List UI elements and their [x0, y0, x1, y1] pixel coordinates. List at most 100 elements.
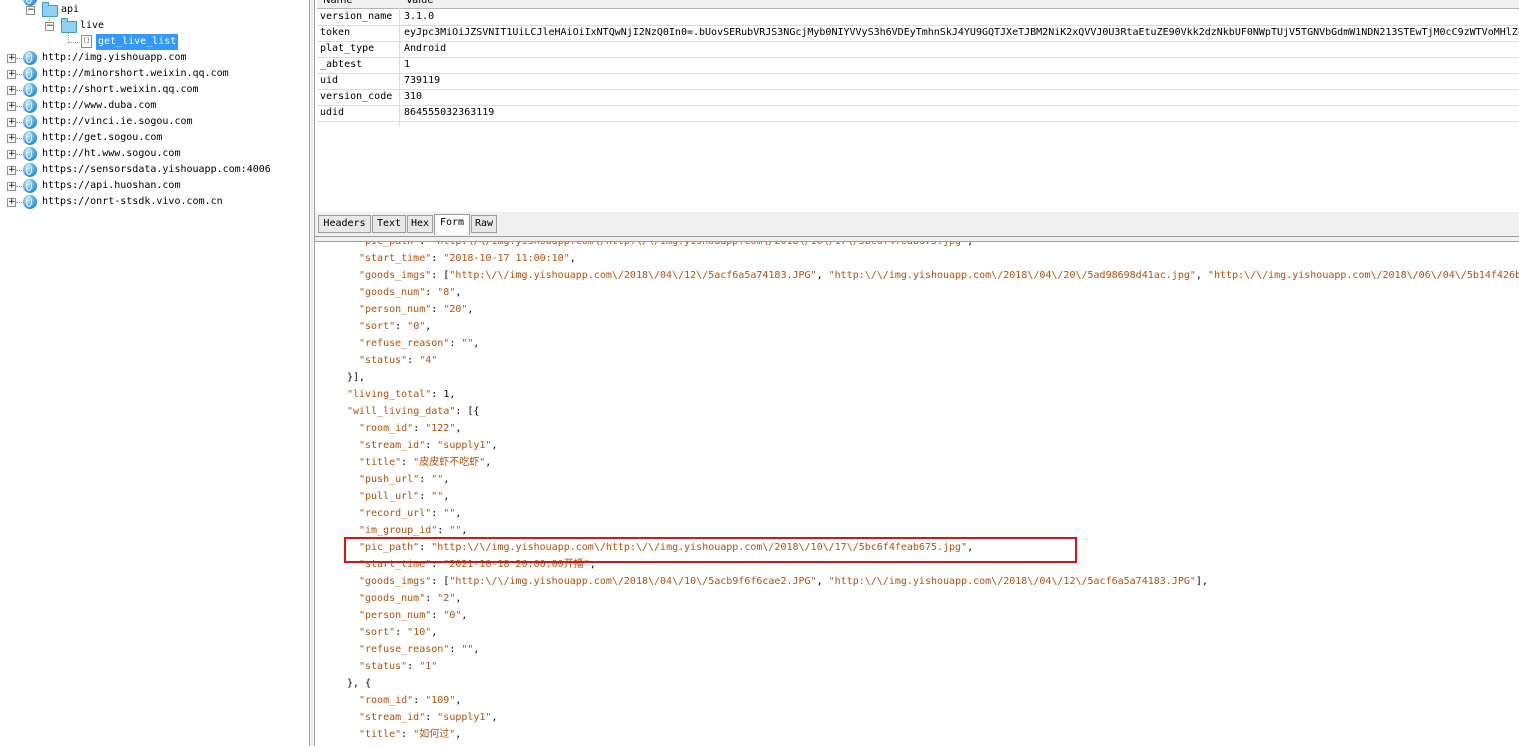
tab-headers[interactable]: Headers	[318, 215, 371, 233]
json-key: "stream_id"	[359, 440, 426, 451]
json-key: "stream_id"	[359, 712, 426, 723]
expand-icon[interactable]: +	[7, 182, 16, 191]
session-tree-panel[interactable]: − api − live {} get_live_list + http://im…	[0, 0, 309, 746]
json-line: "sort": "0",	[359, 318, 431, 335]
grid-row[interactable]: version_name 3.1.0	[317, 9, 1519, 26]
host-node[interactable]: + https://api.huoshan.com	[0, 178, 309, 194]
collapse-icon[interactable]: −	[45, 22, 54, 31]
grid-row[interactable]: _abtest 1	[317, 57, 1519, 74]
param-name: _abtest	[320, 59, 363, 70]
json-string: "supply1"	[437, 712, 492, 723]
json-line: "sort": "10",	[359, 624, 437, 641]
tree-node-api[interactable]: − api	[0, 2, 309, 18]
json-punct: :	[413, 423, 426, 434]
json-key: "sort"	[359, 321, 396, 332]
host-label: http://ht.www.sogou.com	[42, 148, 181, 159]
expand-icon[interactable]: +	[7, 70, 16, 79]
json-punct: : [{	[455, 406, 480, 417]
json-string: "2018-10-17 11:00:10"	[443, 253, 570, 264]
json-punct: ,	[967, 242, 973, 247]
json-line: "living_total": 1,	[347, 386, 455, 403]
json-punct: :	[401, 457, 414, 468]
tree-line	[16, 122, 22, 123]
expand-icon[interactable]: +	[7, 166, 16, 175]
json-punct: : [	[431, 270, 450, 281]
host-node[interactable]: + http://get.sogou.com	[0, 130, 309, 146]
tree-line	[68, 42, 80, 43]
json-punct: :	[419, 491, 432, 502]
json-key: "goods_imgs"	[359, 576, 432, 587]
json-punct: :	[419, 242, 431, 247]
json-punct: }],	[347, 372, 366, 383]
json-key: "living_total"	[347, 389, 432, 400]
json-punct: ],	[1195, 576, 1208, 587]
host-node[interactable]: + http://ht.www.sogou.com	[0, 146, 309, 162]
param-value[interactable]: 1	[404, 57, 1519, 73]
json-viewer[interactable]: "pic_path": "http:\/\/img.yishouapp.com\…	[315, 242, 1519, 746]
host-node[interactable]: + http://minorshort.weixin.qq.com	[0, 66, 309, 82]
json-punct: ,	[491, 712, 498, 723]
grid-row[interactable]: version_code 310	[317, 89, 1519, 106]
param-value[interactable]: 864555032363119	[404, 105, 1519, 121]
expand-icon[interactable]: +	[7, 86, 16, 95]
json-punct: ,	[455, 729, 462, 740]
json-string: "0"	[407, 321, 426, 332]
json-key: "im_group_id"	[359, 525, 438, 536]
tab-form[interactable]: Form	[434, 214, 470, 235]
param-value[interactable]: eyJpc3MiOiJZSVNIT1UiLCJleHAiOiIxNTQwNjI2…	[404, 25, 1519, 41]
tree-line	[16, 138, 22, 139]
tab-text[interactable]: Text	[372, 215, 406, 233]
param-value[interactable]: 310	[404, 89, 1519, 105]
globe-icon	[23, 131, 37, 145]
grid-row[interactable]: udid 864555032363119	[317, 105, 1519, 122]
json-line: "start_time": "2018-10-17 11:00:10",	[359, 250, 576, 267]
json-punct: :	[407, 661, 420, 672]
json-string: "10"	[407, 627, 432, 638]
expand-icon[interactable]: +	[7, 134, 16, 143]
json-line: "goods_num": "2",	[359, 590, 461, 607]
expand-icon[interactable]: +	[7, 118, 16, 127]
expand-icon[interactable]: +	[7, 150, 16, 159]
column-header-name[interactable]: Name	[323, 0, 353, 8]
param-name: udid	[320, 107, 345, 118]
param-name: plat_type	[320, 43, 375, 54]
expand-icon[interactable]: +	[7, 54, 16, 63]
column-header-value[interactable]: Value	[406, 0, 433, 8]
json-line: "room_id": "122",	[359, 420, 461, 437]
host-node[interactable]: + https://onrt-stsdk.vivo.com.cn	[0, 194, 309, 210]
host-node[interactable]: + http://short.weixin.qq.com	[0, 82, 309, 98]
json-punct: :	[425, 440, 438, 451]
grid-row[interactable]: uid 739119	[317, 73, 1519, 90]
tab-raw[interactable]: Raw	[471, 215, 497, 233]
grid-row[interactable]: plat_type Android	[317, 41, 1519, 58]
json-string: "20"	[443, 304, 468, 315]
json-punct: ,	[443, 474, 450, 485]
host-node[interactable]: + http://www.duba.com	[0, 98, 309, 114]
json-string: "如何过"	[413, 729, 456, 740]
host-node[interactable]: + http://vinci.ie.sogou.com	[0, 114, 309, 130]
tree-node-get-live-list[interactable]: {} get_live_list	[0, 32, 309, 50]
expand-icon[interactable]: +	[7, 102, 16, 111]
json-key: "refuse_reason"	[359, 338, 450, 349]
json-string: ""	[461, 644, 474, 655]
globe-icon	[23, 83, 37, 97]
expand-icon[interactable]: +	[7, 198, 16, 207]
host-node[interactable]: + https://sensorsdata.yishouapp.com:4006	[0, 162, 309, 178]
json-punct: :	[407, 355, 420, 366]
param-value[interactable]: Android	[404, 41, 1519, 57]
json-string: "8"	[437, 287, 456, 298]
form-grid: Name Value version_name 3.1.0 token eyJpc3M…	[317, 0, 1519, 212]
json-punct: ,	[461, 610, 468, 621]
json-punct: ,	[816, 270, 829, 281]
collapse-icon[interactable]: −	[26, 6, 35, 15]
tree-node-live[interactable]: − live	[0, 16, 309, 34]
globe-icon	[23, 147, 37, 161]
param-value[interactable]: 3.1.0	[404, 9, 1519, 25]
tab-hex[interactable]: Hex	[407, 215, 433, 233]
json-key: "start_time"	[359, 253, 432, 264]
json-punct: :	[437, 525, 450, 536]
tree-line	[16, 74, 22, 75]
param-value[interactable]: 739119	[404, 73, 1519, 89]
host-node[interactable]: + http://img.yishouapp.com	[0, 50, 309, 66]
grid-row[interactable]: token eyJpc3MiOiJZSVNIT1UiLCJleHAiOiIxNTQ…	[317, 25, 1519, 42]
